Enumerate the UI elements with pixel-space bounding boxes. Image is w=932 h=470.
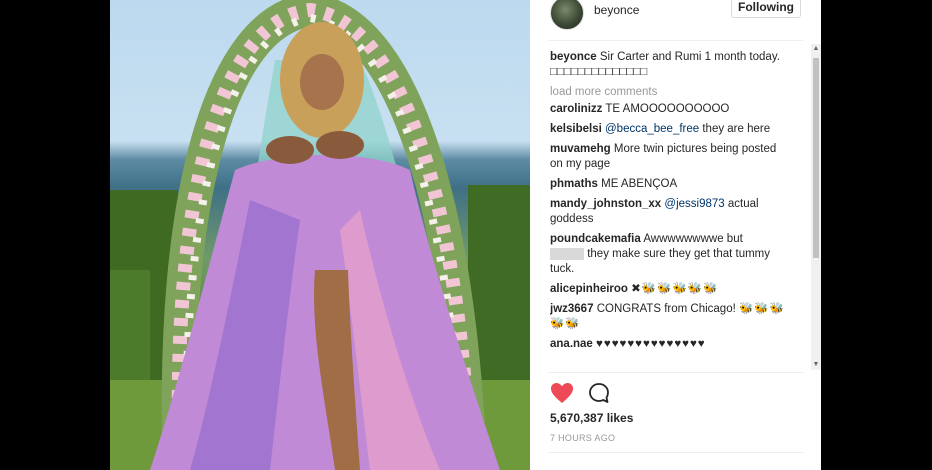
caption-username[interactable]: beyonce — [550, 51, 597, 63]
comments-list: beyonce Sir Carter and Rumi 1 month toda… — [550, 50, 786, 372]
comment-text: Awwwwwwwwe but — [643, 233, 743, 245]
comment-username[interactable]: mandy_johnston_xx — [550, 198, 661, 210]
following-button[interactable]: Following — [731, 0, 801, 18]
comment-username[interactable]: ana.nae — [550, 338, 593, 350]
post-username[interactable]: beyonce — [594, 3, 639, 17]
list-item: mandy_johnston_xx @jessi9873 actual godd… — [550, 197, 786, 227]
comment-username[interactable]: alicepinheiroo — [550, 283, 628, 295]
list-item: muvamehg More twin pictures being posted… — [550, 142, 786, 172]
screenshot-stage: beyonce Following beyonce Sir Carter and… — [0, 0, 932, 470]
post-timestamp: 7 HOURS AGO — [550, 433, 616, 443]
baby-left — [266, 136, 314, 164]
post-header: beyonce Following — [530, 0, 821, 40]
redacted-text — [550, 247, 584, 260]
comment-username[interactable]: kelsibelsi — [550, 123, 602, 135]
list-item: ana.nae ♥♥♥♥♥♥♥♥♥♥♥♥♥♥ — [550, 337, 786, 352]
comment-username[interactable]: poundcakemafia — [550, 233, 641, 245]
comment-text: CONGRATS from Chicago! — [596, 303, 736, 315]
bottom-divider — [548, 452, 803, 453]
caption: beyonce Sir Carter and Rumi 1 month toda… — [550, 50, 786, 80]
scroll-down-arrow-icon[interactable]: ▼ — [811, 360, 821, 370]
comment-text: ME ABENÇOA — [601, 178, 678, 190]
header-divider — [548, 40, 803, 41]
face — [300, 54, 344, 110]
avatar[interactable] — [550, 0, 584, 30]
photo-illustration — [110, 0, 530, 470]
comment-bubble-icon[interactable] — [588, 382, 610, 404]
scroll-up-arrow-icon[interactable]: ▲ — [811, 44, 821, 54]
comment-mention[interactable]: @becca_bee_free — [605, 123, 699, 135]
scroll-thumb[interactable] — [813, 58, 819, 258]
post-side-panel: beyonce Following beyonce Sir Carter and… — [530, 0, 821, 470]
heart-icon[interactable] — [550, 382, 574, 404]
comments-scrollbar[interactable]: ▲ ▼ — [811, 44, 821, 370]
list-item: carolinizz TE AMOOOOOOOOOO — [550, 102, 786, 117]
comment-mention[interactable]: @jessi9873 — [664, 198, 724, 210]
post-photo[interactable] — [110, 0, 530, 470]
comment-username[interactable]: jwz3667 — [550, 303, 593, 315]
comment-username[interactable]: phmaths — [550, 178, 598, 190]
comment-emoji: ♥♥♥♥♥♥♥♥♥♥♥♥♥♥ — [596, 338, 706, 350]
list-item: phmaths ME ABENÇOA — [550, 177, 786, 192]
baby-right — [316, 131, 364, 159]
comment-username[interactable]: carolinizz — [550, 103, 602, 115]
comment-emoji: ✖🐝🐝🐝🐝🐝 — [631, 283, 719, 295]
post-actions — [550, 381, 610, 405]
load-more-comments-link[interactable]: load more comments — [550, 85, 786, 100]
comment-text: TE AMOOOOOOOOOO — [605, 103, 730, 115]
list-item: poundcakemafia Awwwwwwwwe but they make … — [550, 232, 786, 277]
comment-text: they are here — [702, 123, 771, 135]
list-item: jwz3667 CONGRATS from Chicago! 🐝🐝🐝🐝🐝 — [550, 302, 786, 332]
comment-username[interactable]: muvamehg — [550, 143, 611, 155]
list-item: kelsibelsi @becca_bee_free they are here — [550, 122, 786, 137]
likes-count[interactable]: 5,670,387 likes — [550, 411, 633, 425]
list-item: alicepinheiroo ✖🐝🐝🐝🐝🐝 — [550, 282, 786, 297]
actions-divider — [548, 372, 803, 373]
